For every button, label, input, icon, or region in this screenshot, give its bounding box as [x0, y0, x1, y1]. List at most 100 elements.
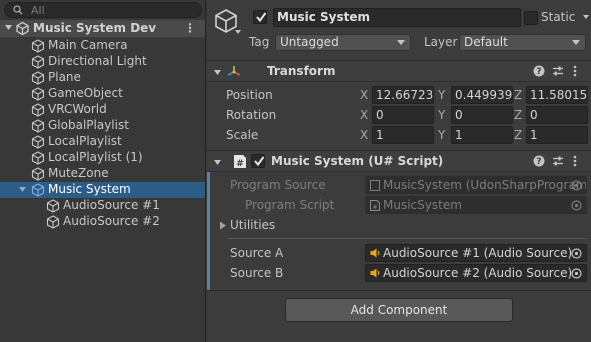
hierarchy-item[interactable]: AudioSource #2	[0, 214, 205, 230]
hierarchy-item-label: MuteZone	[48, 166, 109, 180]
csharp-script-icon: #	[234, 155, 246, 169]
preset-icon[interactable]	[552, 155, 564, 167]
rotation-y-axis-label[interactable]: Y	[438, 108, 445, 122]
rotation-x-axis-label[interactable]: X	[360, 108, 368, 122]
transform-header[interactable]: Transform ?	[207, 60, 591, 82]
hierarchy-item-label: Plane	[48, 70, 81, 84]
component-menu-icon[interactable]	[572, 65, 578, 77]
fold-open-icon[interactable]	[213, 68, 222, 77]
position-y-field[interactable]: 0.449939	[451, 86, 513, 104]
help-icon[interactable]: ?	[533, 155, 545, 167]
program-source-label: Program Source	[230, 178, 326, 192]
hierarchy-panel: Music System Dev ⋮ Main Camera Directiona…	[0, 0, 206, 342]
scale-z-field[interactable]: 1	[526, 126, 588, 144]
gameobject-icon	[31, 183, 45, 197]
tag-value: Untagged	[280, 35, 339, 49]
hierarchy-search-input[interactable]	[31, 3, 191, 17]
rotation-z-field[interactable]: 0	[526, 106, 588, 124]
position-y-axis-label[interactable]: Y	[438, 88, 445, 102]
script-enabled-toggle[interactable]	[251, 154, 265, 168]
gameobject-icon	[31, 71, 45, 85]
position-x-axis-label[interactable]: X	[360, 88, 368, 102]
fold-closed-icon[interactable]	[219, 221, 227, 230]
chevron-down-icon	[572, 40, 580, 45]
gameobject-icon	[46, 215, 60, 229]
program-script-label: Program Script	[245, 198, 335, 212]
fold-open-icon[interactable]	[18, 185, 27, 194]
position-z-field[interactable]: 11.58015	[526, 86, 588, 104]
scale-z-axis-label[interactable]: Z	[514, 128, 522, 142]
scale-y-field[interactable]: 1	[451, 126, 513, 144]
hierarchy-item[interactable]: Music System	[0, 182, 205, 198]
section-separator	[228, 238, 587, 239]
transform-title: Transform	[267, 64, 336, 78]
layer-dropdown[interactable]: Default	[459, 34, 586, 51]
component-menu-icon[interactable]	[572, 155, 578, 167]
scene-menu-icon[interactable]: ⋮	[184, 21, 196, 35]
add-component-button[interactable]: Add Component	[285, 298, 513, 322]
position-x-field[interactable]: 12.66723	[372, 86, 434, 104]
source-a-field[interactable]: AudioSource #1 (Audio Source)	[365, 244, 587, 262]
source-a-value: AudioSource #1 (Audio Source)	[383, 246, 573, 260]
active-toggle[interactable]	[253, 10, 267, 24]
checkmark-icon	[254, 156, 265, 167]
program-source-field: MusicSystem (UdonSharpProgram	[365, 176, 587, 194]
static-toggle[interactable]	[524, 11, 538, 25]
scene-row[interactable]: Music System Dev ⋮	[0, 20, 205, 37]
utilities-foldout[interactable]: Utilities	[230, 218, 275, 232]
hierarchy-item[interactable]: GlobalPlaylist	[0, 118, 205, 134]
hierarchy-item[interactable]: AudioSource #1	[0, 198, 205, 214]
svg-text:?: ?	[536, 157, 541, 167]
tag-dropdown[interactable]: Untagged	[275, 34, 411, 51]
scale-x-field[interactable]: 1	[372, 126, 434, 144]
gameobject-icon	[31, 39, 45, 53]
hierarchy-item-label: GlobalPlaylist	[48, 118, 129, 132]
layer-value: Default	[464, 35, 508, 49]
rotation-x-field[interactable]: 0	[372, 106, 434, 124]
hierarchy-item-label: LocalPlaylist (1)	[48, 150, 143, 164]
scale-x-axis-label[interactable]: X	[360, 128, 368, 142]
static-dropdown-arrow[interactable]	[583, 15, 589, 19]
object-picker-icon[interactable]	[571, 248, 582, 259]
hierarchy-item[interactable]: LocalPlaylist (1)	[0, 150, 205, 166]
icon-dropdown-arrow[interactable]	[235, 30, 241, 34]
hierarchy-item-label: Main Camera	[48, 38, 128, 52]
csharp-script-icon: #	[370, 200, 380, 211]
script-component-title: Music System (U# Script)	[271, 154, 444, 168]
scale-label: Scale	[226, 128, 259, 142]
hierarchy-item[interactable]: LocalPlaylist	[0, 134, 205, 150]
gameobject-icon	[31, 167, 45, 181]
gameobject-icon	[46, 199, 60, 213]
position-z-axis-label[interactable]: Z	[514, 88, 522, 102]
scale-y-axis-label[interactable]: Y	[438, 128, 445, 142]
svg-text:#: #	[236, 159, 244, 169]
layer-label: Layer	[424, 35, 458, 49]
hierarchy-item[interactable]: MuteZone	[0, 166, 205, 182]
object-picker-icon[interactable]	[571, 268, 582, 279]
preset-icon[interactable]	[552, 65, 564, 77]
hierarchy-item[interactable]: VRCWorld	[0, 102, 205, 118]
object-picker-icon	[571, 180, 582, 191]
program-script-value: MusicSystem	[383, 198, 462, 212]
object-name-field[interactable]: Music System	[273, 8, 521, 27]
gameobject-icon	[31, 119, 45, 133]
hierarchy-item[interactable]: Main Camera	[0, 38, 205, 54]
source-b-label: Source B	[230, 266, 284, 280]
program-script-field: # MusicSystem	[365, 196, 587, 214]
hierarchy-item-label: GameObject	[48, 86, 123, 100]
hierarchy-item[interactable]: Plane	[0, 70, 205, 86]
fold-open-icon[interactable]	[4, 23, 13, 32]
asset-file-icon	[370, 180, 380, 191]
hierarchy-item-label: Music System	[48, 182, 131, 196]
source-b-field[interactable]: AudioSource #2 (Audio Source)	[365, 264, 587, 282]
help-icon[interactable]: ?	[533, 65, 545, 77]
fold-open-icon[interactable]	[213, 158, 222, 167]
scene-name: Music System Dev	[33, 21, 157, 35]
rotation-z-axis-label[interactable]: Z	[514, 108, 522, 122]
script-component-header[interactable]: # Music System (U# Script) ?	[207, 150, 591, 172]
hierarchy-search-box[interactable]	[4, 2, 202, 18]
hierarchy-item-label: AudioSource #1	[63, 198, 160, 212]
rotation-y-field[interactable]: 0	[451, 106, 513, 124]
hierarchy-item[interactable]: Directional Light	[0, 54, 205, 70]
hierarchy-item[interactable]: GameObject	[0, 86, 205, 102]
